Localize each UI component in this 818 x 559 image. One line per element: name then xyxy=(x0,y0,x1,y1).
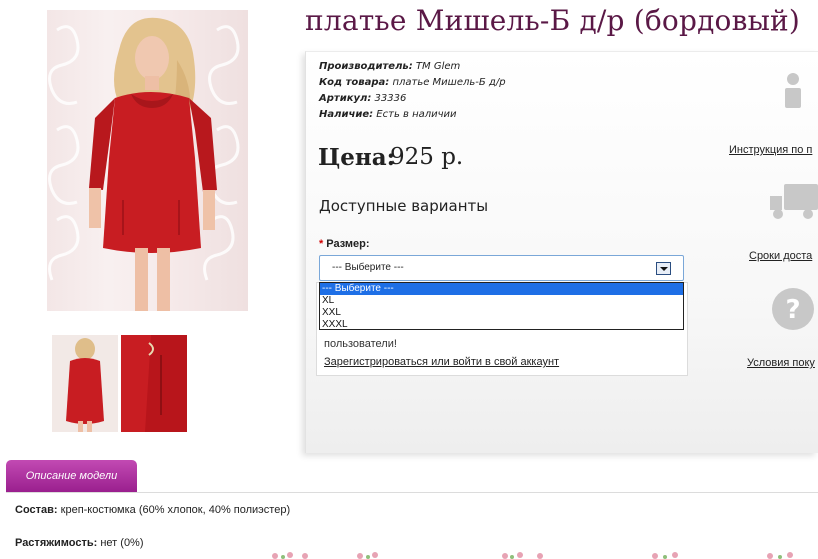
stock-label: Наличие: xyxy=(319,109,374,120)
size-option[interactable]: XL xyxy=(320,295,683,307)
price-label: Цена: xyxy=(318,144,396,171)
product-info-panel: Производитель: ТМ Glem Код товара: плать… xyxy=(305,51,818,453)
composition-value: креп-костюмка (60% хлопок, 40% полиэстер… xyxy=(60,504,291,516)
svg-text:?: ? xyxy=(785,295,800,325)
price-value: 925 р. xyxy=(390,144,464,170)
product-title: платье Мишель-Б д/р (бордовый) xyxy=(305,4,801,37)
size-option[interactable]: XXXL xyxy=(320,319,683,331)
product-code-row: Код товара: платье Мишель-Б д/р xyxy=(319,75,506,91)
product-code-label: Код товара: xyxy=(319,77,390,88)
register-login-link[interactable]: Зарегистрироваться или войти в свой акка… xyxy=(324,356,559,368)
product-thumbnail-back[interactable] xyxy=(52,335,118,432)
tab-description[interactable]: Описание модели xyxy=(6,460,137,492)
size-option[interactable]: XXL xyxy=(320,307,683,319)
floral-border-decoration xyxy=(272,552,793,559)
purchase-terms-link[interactable]: Условия поку xyxy=(747,357,815,369)
thumbnail-detail-illustration xyxy=(121,335,187,432)
tab-divider xyxy=(6,492,818,493)
composition-row: Состав: креп-костюмка (60% хлопок, 40% п… xyxy=(15,504,290,516)
dress-photo-illustration xyxy=(48,17,240,311)
truck-icon[interactable] xyxy=(768,182,818,222)
stock-value: Есть в наличии xyxy=(376,109,457,120)
delivery-terms-link[interactable]: Сроки доста xyxy=(749,250,812,262)
product-main-photo[interactable] xyxy=(47,10,248,311)
required-mark: * xyxy=(319,238,324,250)
stock-row: Наличие: Есть в наличии xyxy=(319,107,506,123)
product-thumbnail-detail[interactable] xyxy=(121,335,187,432)
size-label-text: Размер: xyxy=(326,238,370,250)
article-label: Артикул: xyxy=(319,93,372,104)
manufacturer-value: ТМ Glem xyxy=(415,61,461,72)
question-icon[interactable]: ? xyxy=(770,286,816,332)
manufacturer-row: Производитель: ТМ Glem xyxy=(319,59,506,75)
size-select[interactable]: --- Выберите --- xyxy=(319,255,684,281)
login-notice-text: пользователи! xyxy=(324,338,397,350)
info-icon[interactable] xyxy=(780,72,806,110)
article-value: 33336 xyxy=(374,93,407,104)
chevron-down-icon[interactable] xyxy=(656,262,671,275)
product-meta: Производитель: ТМ Glem Код товара: плать… xyxy=(319,59,506,123)
stretch-label: Растяжимость: xyxy=(15,537,98,549)
thumbnail-back-illustration xyxy=(52,335,118,432)
size-select-value: --- Выберите --- xyxy=(332,262,404,273)
size-dropdown-list[interactable]: --- Выберите --- XL XXL XXXL xyxy=(319,282,684,330)
composition-label: Состав: xyxy=(15,504,58,516)
instruction-link[interactable]: Инструкция по п xyxy=(729,144,812,156)
variants-title: Доступные варианты xyxy=(319,197,489,215)
size-option[interactable]: --- Выберите --- xyxy=(320,283,683,295)
size-label: * Размер: xyxy=(319,238,370,250)
stretch-row: Растяжимость: нет (0%) xyxy=(15,537,144,549)
stretch-value: нет (0%) xyxy=(100,537,144,549)
manufacturer-label: Производитель: xyxy=(319,61,413,72)
product-code-value: платье Мишель-Б д/р xyxy=(392,77,506,88)
article-row: Артикул: 33336 xyxy=(319,91,506,107)
